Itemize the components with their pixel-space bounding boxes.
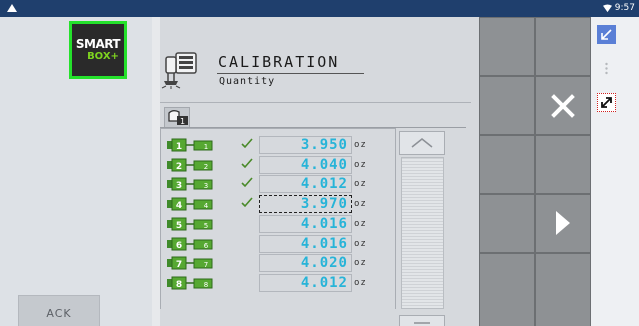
next-button[interactable] <box>536 195 590 252</box>
logo-line1: SMART <box>75 37 121 51</box>
app-window: 9:57 SMART BOX+ ACK CALIBRATION Quantity… <box>0 0 639 326</box>
minimize-button[interactable] <box>597 25 616 44</box>
check-icon <box>241 197 253 208</box>
scroll-up-button[interactable] <box>399 131 445 155</box>
quantity-value-field[interactable]: 4.016 <box>259 234 352 253</box>
tab-machine-section[interactable]: 1 <box>164 107 190 127</box>
section-number: 4 <box>204 202 209 210</box>
ack-button[interactable]: ACK <box>18 295 100 326</box>
section-row[interactable]: 8 8 4.012 oz <box>162 273 398 292</box>
unit-label: oz <box>354 140 367 150</box>
quantity-value-field[interactable]: 3.970 <box>259 195 352 214</box>
close-button[interactable] <box>536 77 590 134</box>
expand-button[interactable] <box>597 93 616 112</box>
section-icon: 6 6 <box>167 237 213 251</box>
section-icon: 4 4 <box>167 197 213 211</box>
unit-label: oz <box>354 238 367 249</box>
minimize-arrow-icon <box>601 29 612 40</box>
section-row[interactable]: 3 3 4.012 oz <box>162 175 398 194</box>
sprayer-calibration-icon <box>161 52 197 89</box>
machine-section-icon: 1 <box>168 110 188 126</box>
chevron-down-icon <box>414 322 430 324</box>
section-icon-label: 8 <box>176 280 182 290</box>
unit-label: oz <box>354 218 367 229</box>
section-icon-label: 1 <box>176 142 182 152</box>
section-icon: 3 3 <box>167 177 213 191</box>
section-icon-label: 4 <box>176 201 182 211</box>
section-row[interactable]: 6 6 4.016 oz <box>162 234 398 253</box>
section-number: 8 <box>204 281 208 289</box>
scrollbar-track[interactable] <box>401 157 444 309</box>
page-title: CALIBRATION <box>218 53 340 71</box>
quantity-value-field[interactable]: 4.016 <box>259 214 352 233</box>
tab-bar: 1 <box>160 105 466 128</box>
section-row[interactable]: 1 1 3.950 oz <box>162 136 398 154</box>
unit-label: oz <box>354 159 367 170</box>
status-bar: 9:57 <box>0 0 639 17</box>
status-right: 9:57 <box>602 2 635 14</box>
section-icon-label: 6 <box>176 241 182 251</box>
unit-label: oz <box>354 258 367 269</box>
section-icon-label: 3 <box>176 181 182 191</box>
section-icon-label: 7 <box>176 260 182 270</box>
quantity-value-field[interactable]: 4.020 <box>259 254 352 273</box>
check-icon <box>241 138 253 149</box>
section-row[interactable]: 4 4 3.970 oz <box>162 195 398 214</box>
section-number: 7 <box>204 261 208 269</box>
scroll-down-button[interactable] <box>399 315 445 326</box>
section-icon: 7 7 <box>167 256 213 270</box>
quantity-value-field[interactable]: 3.950 <box>259 136 352 154</box>
section-number: 6 <box>204 242 209 250</box>
status-time: 9:57 <box>614 3 635 13</box>
page-subtitle: Quantity <box>219 76 276 87</box>
notification-icon <box>7 4 17 12</box>
section-icon: 2 2 <box>167 158 213 172</box>
logo-line2: BOX+ <box>87 51 119 62</box>
softkey-9[interactable] <box>480 254 534 326</box>
softkey-10[interactable] <box>536 254 590 326</box>
quantity-value-field[interactable]: 4.012 <box>259 175 352 194</box>
check-icon <box>241 158 253 168</box>
close-icon <box>551 94 575 118</box>
section-number: 1 <box>204 143 208 151</box>
header-divider <box>160 102 471 103</box>
side-toolbar <box>591 17 639 326</box>
section-row[interactable]: 2 2 4.040 oz <box>162 155 398 174</box>
softkey-grid <box>479 17 591 326</box>
quantity-value-field[interactable]: 4.012 <box>259 273 352 292</box>
softkey-3[interactable] <box>480 77 534 134</box>
section-icon: 8 8 <box>167 276 213 290</box>
softkey-6[interactable] <box>536 136 590 193</box>
more-dots-icon <box>605 62 608 75</box>
softkey-2[interactable] <box>536 18 590 75</box>
section-number: 5 <box>204 222 208 230</box>
unit-label: oz <box>354 199 367 210</box>
section-number: 2 <box>204 163 208 171</box>
softkey-5[interactable] <box>480 136 534 193</box>
section-icon-label: 2 <box>176 162 182 172</box>
wifi-icon <box>602 3 612 12</box>
section-icon: 5 5 <box>167 217 213 231</box>
unit-label: oz <box>354 179 367 190</box>
unit-label: oz <box>354 277 367 288</box>
check-icon <box>241 177 253 188</box>
quantity-value-field[interactable]: 4.040 <box>259 155 352 174</box>
softkey-1[interactable] <box>480 18 534 75</box>
expand-arrow-icon <box>601 97 612 108</box>
section-row[interactable]: 7 7 4.020 oz <box>162 254 398 273</box>
svg-text:1: 1 <box>180 117 185 126</box>
section-number: 3 <box>204 182 208 190</box>
play-next-icon <box>556 211 570 235</box>
more-button[interactable] <box>597 59 616 78</box>
chevron-up-icon <box>411 138 433 148</box>
section-icon-label: 5 <box>176 221 182 231</box>
softkey-7[interactable] <box>480 195 534 252</box>
section-row[interactable]: 5 5 4.016 oz <box>162 214 398 233</box>
section-icon: 1 1 <box>167 138 213 152</box>
smartbox-logo-button[interactable]: SMART BOX+ <box>69 21 127 79</box>
title-underline <box>217 73 364 74</box>
